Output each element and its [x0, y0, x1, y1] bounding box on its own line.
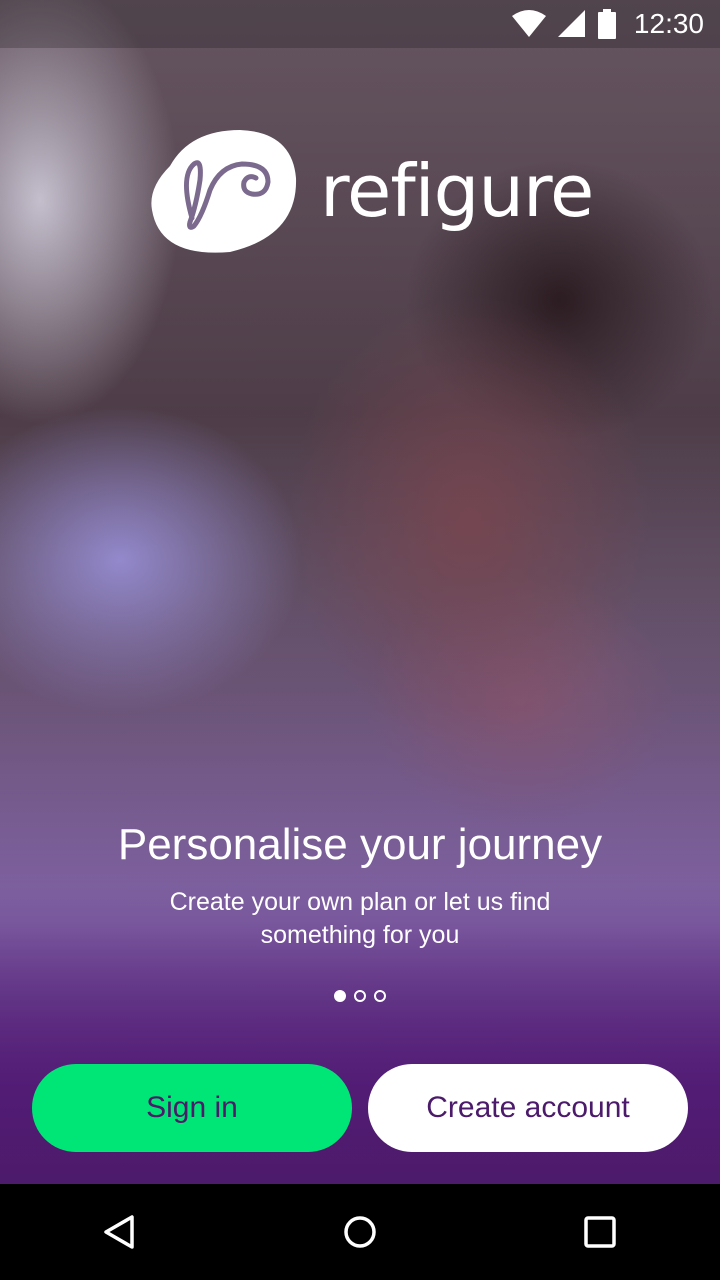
brand-name: refigure [320, 149, 594, 233]
home-icon [344, 1216, 376, 1248]
refigure-logo-icon [151, 130, 297, 253]
recents-button[interactable] [560, 1192, 640, 1272]
status-bar: 12:30 [0, 0, 720, 48]
brand-logo: refigure [150, 126, 594, 256]
signal-icon [557, 10, 586, 38]
create-account-button[interactable]: Create account [368, 1064, 688, 1152]
onboarding-headline: Personalise your journey [117, 820, 603, 869]
page-dot-1[interactable] [334, 990, 346, 1002]
page-dot-3[interactable] [374, 990, 386, 1002]
battery-icon [597, 9, 616, 39]
back-icon [104, 1215, 134, 1249]
status-time: 12:30 [633, 8, 704, 39]
home-button[interactable] [320, 1192, 400, 1272]
page-dot-2[interactable] [354, 990, 366, 1002]
page-indicator [0, 990, 720, 1002]
recents-icon [584, 1216, 616, 1248]
back-button[interactable] [80, 1192, 160, 1272]
system-navigation-bar [0, 1184, 720, 1280]
sign-in-button[interactable]: Sign in [32, 1064, 352, 1152]
onboarding-subtext: Create your own plan or let us find some… [169, 888, 551, 949]
wifi-icon [511, 10, 546, 38]
